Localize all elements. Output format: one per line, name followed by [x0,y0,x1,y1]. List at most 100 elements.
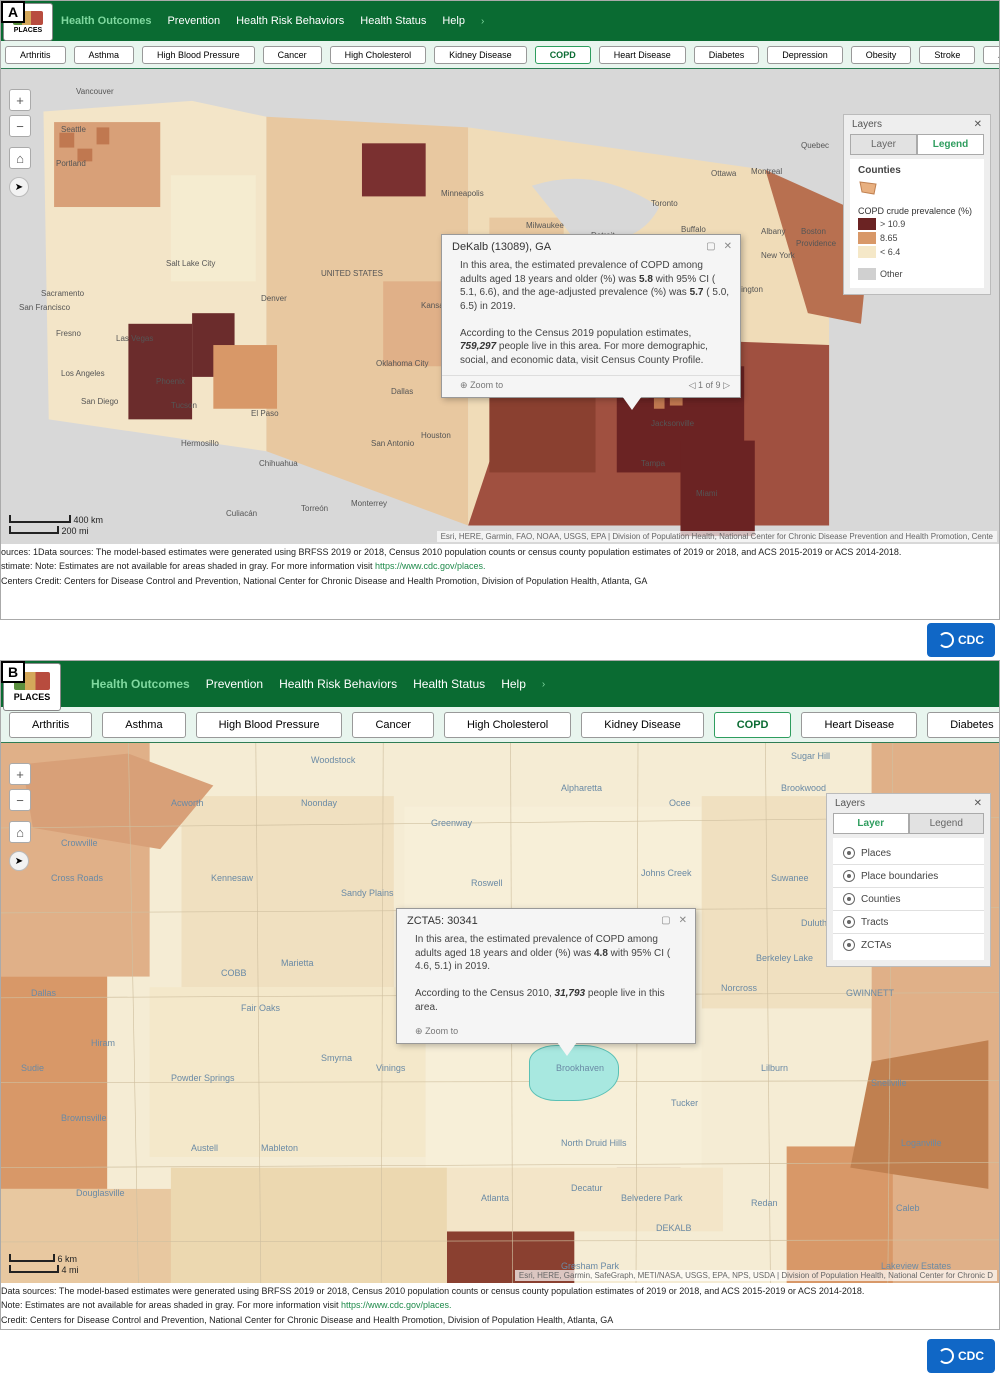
popup-title: DeKalb (13089), GA [452,241,551,253]
zoom-to-icon[interactable]: ⊕ [460,380,468,390]
popup-body: In this area, the estimated prevalence o… [397,929,695,1022]
zcta-popup: ZCTA5: 30341 ▢ ✕ In this area, the estim… [396,908,696,1044]
panel-b: B PLACES Health Outcomes Prevention Heal… [0,660,1000,1330]
layer-zctas[interactable]: ZCTAs [833,934,984,956]
subnav-copd[interactable]: COPD [535,46,591,64]
layers-panel: Layers ✕ Layer Legend Places Place bound… [826,793,991,967]
sub-nav: Arthritis Asthma High Blood Pressure Can… [1,707,999,743]
popup-title: ZCTA5: 30341 [407,915,478,927]
pager-prev-icon[interactable]: ◁ [689,380,696,390]
footer-note: Note: Estimates are not available for ar… [1,1297,999,1311]
nav-health-outcomes[interactable]: Health Outcomes [61,15,151,27]
subnav-heart-disease[interactable]: Heart Disease [599,46,686,64]
subnav-cancer[interactable]: Cancer [352,712,433,738]
subnav-stroke[interactable]: Stroke [919,46,975,64]
eye-icon [843,893,855,905]
nav-help[interactable]: Help [442,15,465,27]
nav-health-risk-behaviors[interactable]: Health Risk Behaviors [236,15,344,27]
subnav-copd[interactable]: COPD [714,712,792,738]
compass-icon[interactable]: ➤ [9,177,29,197]
nav-health-status[interactable]: Health Status [413,677,485,691]
tab-legend[interactable]: Legend [917,134,984,155]
scale-bar: 400 km 200 mi [9,515,103,538]
subnav-asthma[interactable]: Asthma [74,46,135,64]
eye-icon [843,870,855,882]
home-button[interactable]: ⌂ [9,147,31,169]
close-icon[interactable]: ✕ [679,915,687,927]
nav-health-status[interactable]: Health Status [360,15,426,27]
zoom-controls: + − ⌂ ➤ [9,89,31,197]
zoom-out-button[interactable]: − [9,115,31,137]
zoom-in-button[interactable]: + [9,763,31,785]
layer-places[interactable]: Places [833,842,984,865]
nav-help[interactable]: Help [501,677,526,691]
layers-title: Layers [835,798,865,809]
tab-layer[interactable]: Layer [850,134,917,155]
map-attribution: Esri, HERE, Garmin, FAO, NOAA, USGS, EPA… [437,531,997,542]
cdc-badge[interactable]: CDC [927,1339,995,1373]
footer-sources: ources: 1Data sources: The model-based e… [1,544,999,558]
nav-prevention[interactable]: Prevention [167,15,220,27]
footer-credit: Centers Credit: Centers for Disease Cont… [1,573,999,587]
layers-panel: Layers ✕ Layer Legend Counties COPD crud… [843,114,991,295]
footer-link[interactable]: https://www.cdc.gov/places. [375,561,486,571]
nav-prevention[interactable]: Prevention [206,677,263,691]
chevron-right-icon[interactable]: › [481,16,484,27]
subnav-kidney-disease[interactable]: Kidney Disease [581,712,703,738]
subnav-depression[interactable]: Depression [767,46,843,64]
pager-text: 1 of 9 [698,380,721,390]
sub-nav: Arthritis Asthma High Blood Pressure Can… [1,41,999,69]
subnav-high-cholesterol[interactable]: High Cholesterol [330,46,427,64]
subnav-obesity[interactable]: Obesity [851,46,912,64]
subnav-high-cholesterol[interactable]: High Cholesterol [444,712,571,738]
panel-b-label: B [1,661,25,683]
scale-bar: 6 km 4 mi [9,1254,79,1277]
subnav-heart-disease[interactable]: Heart Disease [801,712,917,738]
subnav-arthritis[interactable]: Arthritis [9,712,92,738]
zoom-in-button[interactable]: + [9,89,31,111]
subnav-arthritis[interactable]: Arthritis [5,46,66,64]
tab-layer[interactable]: Layer [833,813,909,834]
pager-next-icon[interactable]: ▷ [723,380,730,390]
nav-health-outcomes[interactable]: Health Outcomes [91,677,190,691]
zoom-controls: + − ⌂ ➤ [9,763,31,871]
subnav-high-blood-pressure[interactable]: High Blood Pressure [142,46,255,64]
subnav-high-blood-pressure[interactable]: High Blood Pressure [196,712,343,738]
zoom-to-icon[interactable]: ⊕ [415,1026,423,1036]
top-nav: Health Outcomes Prevention Health Risk B… [1,1,999,41]
dock-icon[interactable]: ▢ [706,241,715,253]
layer-place-boundaries[interactable]: Place boundaries [833,865,984,888]
footer-note: stimate: Note: Estimates are not availab… [1,558,999,572]
subnav-cancer[interactable]: Cancer [263,46,322,64]
dock-icon[interactable]: ▢ [661,915,670,927]
cdc-swirl-icon [938,632,954,648]
compass-icon[interactable]: ➤ [9,851,29,871]
map-canvas[interactable]: VancouverSeattlePortlandSacramentoSan Fr… [1,69,999,544]
map-canvas[interactable]: WoodstockSugar HillAcworthNoondayAlphare… [1,743,999,1283]
places-logo-text: PLACES [14,692,51,702]
zoom-to-link[interactable]: Zoom to [425,1026,458,1036]
layers-close-icon[interactable]: ✕ [974,119,982,130]
tab-legend[interactable]: Legend [909,813,985,834]
chevron-right-icon[interactable]: › [542,679,545,690]
layers-close-icon[interactable]: ✕ [974,798,982,809]
close-icon[interactable]: ✕ [724,241,732,253]
layer-counties[interactable]: Counties [833,888,984,911]
map-attribution: Esri, HERE, Garmin, SafeGraph, METI/NASA… [515,1270,997,1281]
home-button[interactable]: ⌂ [9,821,31,843]
subnav-kidney-disease[interactable]: Kidney Disease [434,46,527,64]
nav-health-risk-behaviors[interactable]: Health Risk Behaviors [279,677,397,691]
subnav-diabetes[interactable]: Diabetes [694,46,760,64]
zoom-out-button[interactable]: − [9,789,31,811]
layer-tracts[interactable]: Tracts [833,911,984,934]
subnav-all-teeth[interactable]: All Teeth Lo [983,46,999,64]
legend-body: Counties COPD crude prevalence (%) > 10.… [850,159,984,288]
cdc-swirl-icon [938,1348,954,1364]
eye-icon [843,847,855,859]
cdc-badge[interactable]: CDC [927,623,995,657]
subnav-diabetes[interactable]: Diabetes [927,712,999,738]
places-logo-text: PLACES [14,27,42,34]
subnav-asthma[interactable]: Asthma [102,712,185,738]
footer-link[interactable]: https://www.cdc.gov/places. [341,1300,452,1310]
zoom-to-link[interactable]: Zoom to [470,380,503,390]
